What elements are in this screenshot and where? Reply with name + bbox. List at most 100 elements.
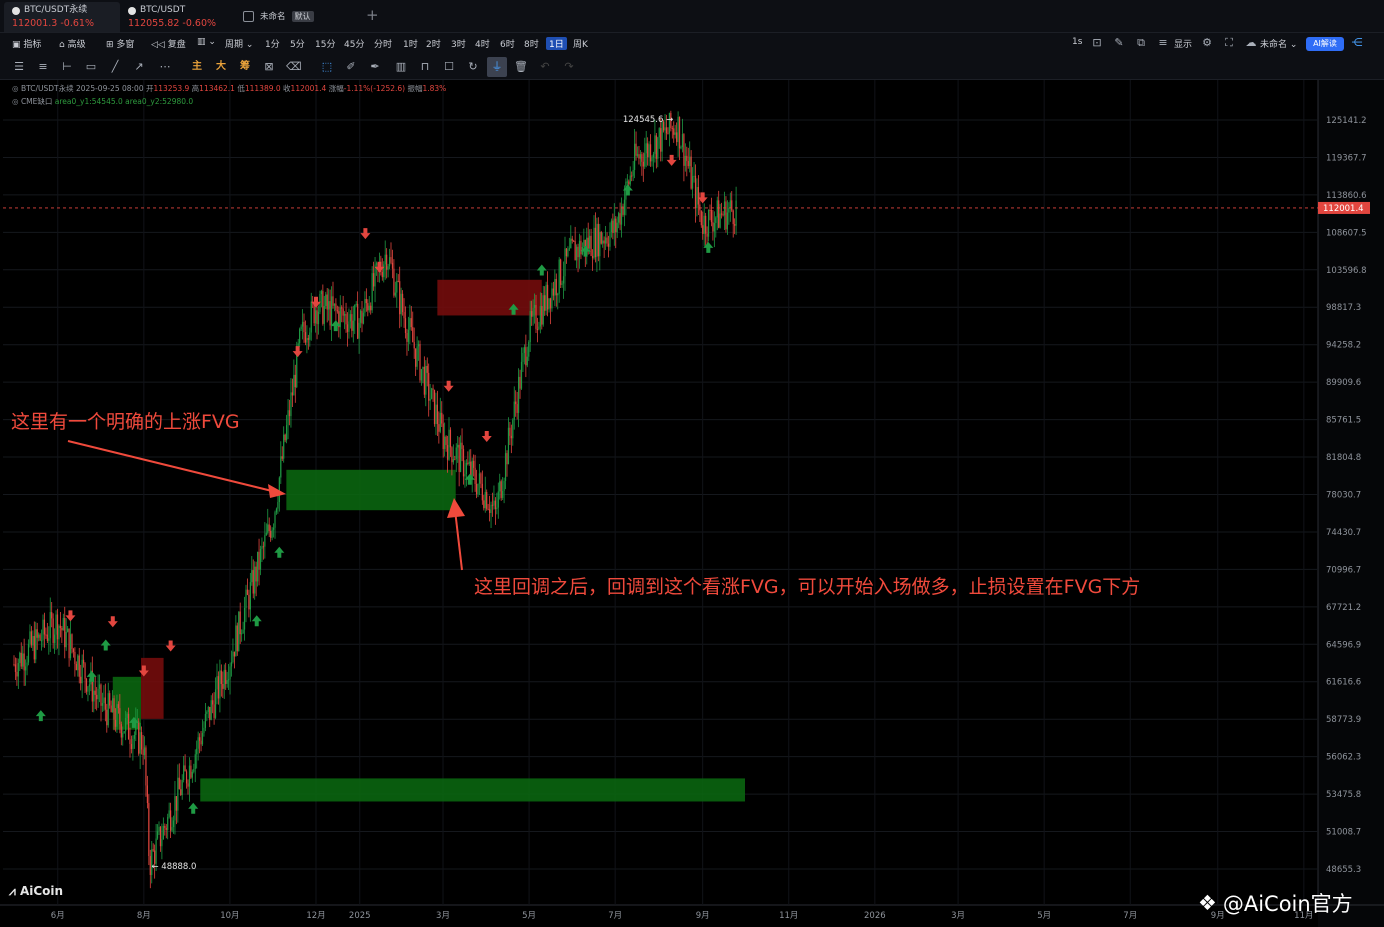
pen-icon[interactable]: ✒ bbox=[368, 60, 382, 74]
candle-body bbox=[344, 313, 346, 316]
candle-body bbox=[30, 631, 32, 646]
fvg-tool-icon[interactable]: ⏚ bbox=[487, 57, 507, 77]
eraser-icon[interactable]: ⌫ bbox=[286, 60, 302, 74]
edit-icon[interactable]: ☐ bbox=[442, 60, 456, 74]
period-15m[interactable]: 15分 bbox=[315, 37, 335, 50]
share-icon[interactable]: ⋲ bbox=[1350, 36, 1364, 50]
candle-body bbox=[54, 634, 56, 643]
template-tab[interactable]: 未命名 默认 bbox=[243, 10, 314, 22]
refresh-interval[interactable]: 1s bbox=[1072, 37, 1082, 47]
eye-icon[interactable]: ◎ bbox=[12, 84, 19, 93]
tab-btc-usdt-perp[interactable]: BTC/USDT永续 112001.3 -0.61% bbox=[4, 2, 120, 32]
candle-body bbox=[451, 447, 453, 463]
list-icon[interactable]: ≡ bbox=[1156, 36, 1170, 50]
candle-body bbox=[735, 200, 737, 226]
replay-button[interactable]: ◁◁ 复盘 bbox=[151, 37, 186, 50]
candle-body bbox=[75, 664, 77, 671]
pencil-icon[interactable]: ✎ bbox=[1112, 36, 1126, 50]
copy-icon[interactable]: ⧉ bbox=[1134, 36, 1148, 50]
horizontal-ray-icon[interactable]: ⊢ bbox=[60, 60, 74, 74]
period-2h[interactable]: 2时 bbox=[426, 37, 441, 50]
period-dropdown[interactable]: 周期 ⌄ bbox=[225, 37, 253, 50]
layout-dropdown[interactable]: 未命名 ⌄ bbox=[1260, 37, 1297, 50]
big-order-button[interactable]: 大 bbox=[214, 60, 228, 74]
ai-interpret-button[interactable]: AI解读 bbox=[1306, 37, 1344, 51]
undo-icon[interactable]: ↶ bbox=[538, 60, 552, 74]
checkbox-icon[interactable] bbox=[243, 10, 254, 22]
period-timeline[interactable]: 分时 bbox=[374, 37, 392, 50]
candle-body bbox=[310, 301, 312, 333]
period-45m[interactable]: 45分 bbox=[344, 37, 364, 50]
candle-body bbox=[242, 629, 244, 634]
candle-icon[interactable]: ▥ bbox=[394, 60, 408, 74]
candle-body bbox=[460, 442, 462, 472]
lock-icon[interactable]: ⊓ bbox=[418, 60, 432, 74]
main-chart-button[interactable]: 主 bbox=[190, 60, 204, 74]
candle-body bbox=[112, 698, 114, 713]
advanced-button[interactable]: ⌂ 高级 bbox=[59, 37, 86, 50]
magnet-icon[interactable]: ↻ bbox=[466, 60, 480, 74]
tab-btc-usdt-spot[interactable]: BTC/USDT 112055.82 -0.60% bbox=[120, 2, 236, 32]
menu-lines-icon[interactable]: ☰ bbox=[12, 60, 26, 74]
period-week[interactable]: 周K bbox=[573, 37, 588, 50]
ray-icon[interactable]: ↗ bbox=[132, 60, 146, 74]
candle-body bbox=[661, 121, 663, 152]
period-1m[interactable]: 1分 bbox=[265, 37, 280, 50]
period-5m[interactable]: 5分 bbox=[290, 37, 305, 50]
candle-body bbox=[515, 401, 517, 405]
candle-body bbox=[317, 311, 320, 325]
candle-body bbox=[155, 838, 157, 864]
period-4h[interactable]: 4时 bbox=[475, 37, 490, 50]
period-1d[interactable]: 1日 bbox=[546, 37, 567, 50]
more-icon[interactable]: ⋯ bbox=[158, 60, 172, 74]
candle-body bbox=[138, 721, 140, 754]
candle-body bbox=[104, 697, 106, 710]
period-3h[interactable]: 3时 bbox=[451, 37, 466, 50]
candle-body bbox=[568, 248, 570, 250]
candle-body bbox=[65, 631, 67, 648]
candle-body bbox=[64, 617, 66, 648]
trash-icon[interactable]: 🗑 bbox=[514, 60, 528, 74]
candle-body bbox=[702, 225, 704, 234]
cloud-icon[interactable]: ☁ bbox=[1244, 36, 1258, 50]
brush-icon[interactable]: ✐ bbox=[344, 60, 358, 74]
candle-body bbox=[216, 676, 218, 690]
eye-icon[interactable]: ◎ bbox=[12, 97, 19, 106]
candle-body bbox=[403, 312, 405, 319]
candle-body bbox=[391, 262, 394, 269]
candle-body bbox=[249, 582, 251, 610]
chip-button[interactable]: 筹 bbox=[238, 60, 252, 74]
high-marker-label: 124545.6 → bbox=[623, 115, 673, 125]
candle-body bbox=[371, 273, 373, 311]
horizontal-lines-icon[interactable]: ≡ bbox=[36, 60, 50, 74]
candle-body bbox=[67, 628, 69, 632]
period-6h[interactable]: 6时 bbox=[500, 37, 515, 50]
candle-body bbox=[500, 481, 502, 498]
redo-icon[interactable]: ↷ bbox=[562, 60, 576, 74]
calculator-icon[interactable]: ⊠ bbox=[262, 60, 276, 74]
candle-body bbox=[201, 733, 204, 745]
candle-body bbox=[729, 200, 731, 208]
candle-body bbox=[323, 306, 325, 324]
multi-window-button[interactable]: ⊞ 多窗 bbox=[106, 37, 134, 50]
price-chart[interactable]: 125141.2 119367.7 113860.6 108607.5 103596.8… bbox=[0, 80, 1384, 927]
candle-body bbox=[254, 566, 256, 594]
period-1h[interactable]: 1时 bbox=[403, 37, 418, 50]
candle-body bbox=[561, 283, 563, 285]
cursor-icon[interactable]: ⬚ bbox=[320, 60, 334, 74]
chart-canvas[interactable]: 125141.2 119367.7 113860.6 108607.5 103596.8… bbox=[0, 80, 1384, 927]
period-8h[interactable]: 8时 bbox=[524, 37, 539, 50]
display-button[interactable]: 显示 bbox=[1174, 37, 1192, 50]
trendline-icon[interactable]: ╱ bbox=[108, 60, 122, 74]
camera-icon[interactable]: ⊡ bbox=[1090, 36, 1104, 50]
candle-body bbox=[141, 732, 143, 750]
rectangle-icon[interactable]: ▭ bbox=[84, 60, 98, 74]
indicator-button[interactable]: ▣ 指标 bbox=[12, 37, 41, 50]
candle-body bbox=[230, 662, 233, 667]
fullscreen-icon[interactable]: ⛶ bbox=[1222, 36, 1236, 50]
chart-type-button[interactable]: ▥ ⌄ bbox=[197, 37, 216, 47]
candle-body bbox=[647, 143, 649, 158]
candle-body bbox=[487, 508, 489, 510]
gear-icon[interactable]: ⚙ bbox=[1200, 36, 1214, 50]
add-tab-icon[interactable]: + bbox=[366, 6, 379, 24]
